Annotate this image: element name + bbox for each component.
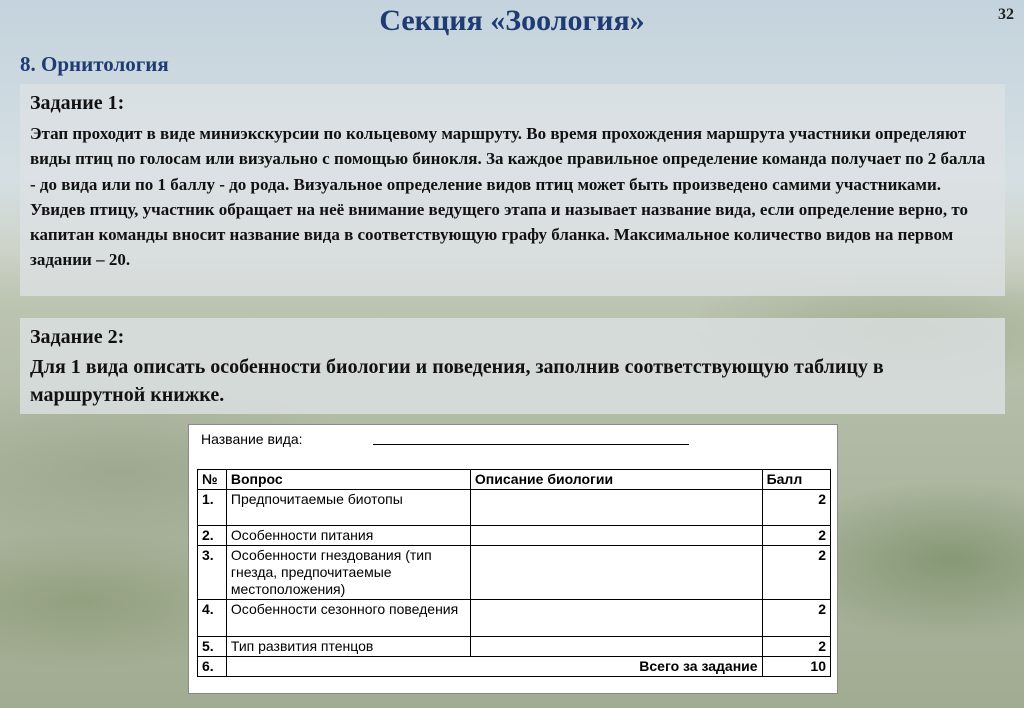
table-row: 3. Особенности гнездования (тип гнезда, …: [197, 545, 832, 600]
row-num: 1.: [197, 489, 227, 526]
row-score: 2: [761, 636, 832, 657]
row-num: 5.: [197, 636, 227, 657]
row-description-cell[interactable]: [469, 545, 763, 600]
row-description-cell[interactable]: [469, 636, 763, 657]
table-header-row: № Вопрос Описание биологии Балл: [197, 469, 832, 490]
row-num: 2.: [197, 525, 227, 546]
header-question: Вопрос: [225, 469, 471, 490]
row-num: 3.: [197, 545, 227, 600]
species-name-field[interactable]: [373, 443, 689, 445]
header-score: Балл: [761, 469, 832, 490]
row-score: 2: [761, 545, 832, 600]
biology-table: № Вопрос Описание биологии Балл 1. Предп…: [197, 469, 832, 677]
header-num: №: [197, 469, 227, 490]
total-score: 10: [761, 656, 832, 677]
header-description: Описание биологии: [469, 469, 763, 490]
row-question: Особенности гнездования (тип гнезда, пре…: [225, 545, 471, 600]
row-score: 2: [761, 525, 832, 546]
page-number: 32: [998, 6, 1014, 23]
total-num: 6.: [197, 656, 227, 677]
row-question: Предпочитаемые биотопы: [225, 489, 471, 526]
task-1-text: Этап проходит в виде миниэкскурсии по ко…: [30, 124, 986, 270]
task-2-text: Для 1 вида описать особенности биологии …: [30, 356, 884, 406]
task-1-box: Задание 1: Этап проходит в виде миниэкск…: [20, 84, 1005, 296]
row-question: Особенности питания: [225, 525, 471, 546]
row-num: 4.: [197, 599, 227, 637]
slide-title: Секция «Зоология»: [379, 4, 645, 37]
section-heading: 8. Орнитология: [20, 52, 169, 76]
row-question: Тип развития птенцов: [225, 636, 471, 657]
table-row: 4. Особенности сезонного поведения 2: [197, 599, 832, 637]
table-row: 5. Тип развития птенцов 2: [197, 636, 832, 657]
table-row: 2. Особенности питания 2: [197, 525, 832, 546]
total-label: Всего за задание: [225, 656, 763, 677]
task-2-box: Задание 2: Для 1 вида описать особенност…: [20, 318, 1005, 414]
row-description-cell[interactable]: [469, 489, 763, 526]
row-description-cell[interactable]: [469, 525, 763, 546]
table-row: 1. Предпочитаемые биотопы 2: [197, 489, 832, 526]
row-score: 2: [761, 489, 832, 526]
row-question: Особенности сезонного поведения: [225, 599, 471, 637]
route-book-form: Название вида: № Вопрос Описание биологи…: [188, 424, 838, 694]
row-score: 2: [761, 599, 832, 637]
species-name-label: Название вида:: [201, 431, 303, 447]
table-total-row: 6. Всего за задание 10: [197, 656, 832, 677]
task-1-title: Задание 1:: [30, 92, 125, 114]
task-2-title: Задание 2:: [30, 326, 125, 348]
row-description-cell[interactable]: [469, 599, 763, 637]
